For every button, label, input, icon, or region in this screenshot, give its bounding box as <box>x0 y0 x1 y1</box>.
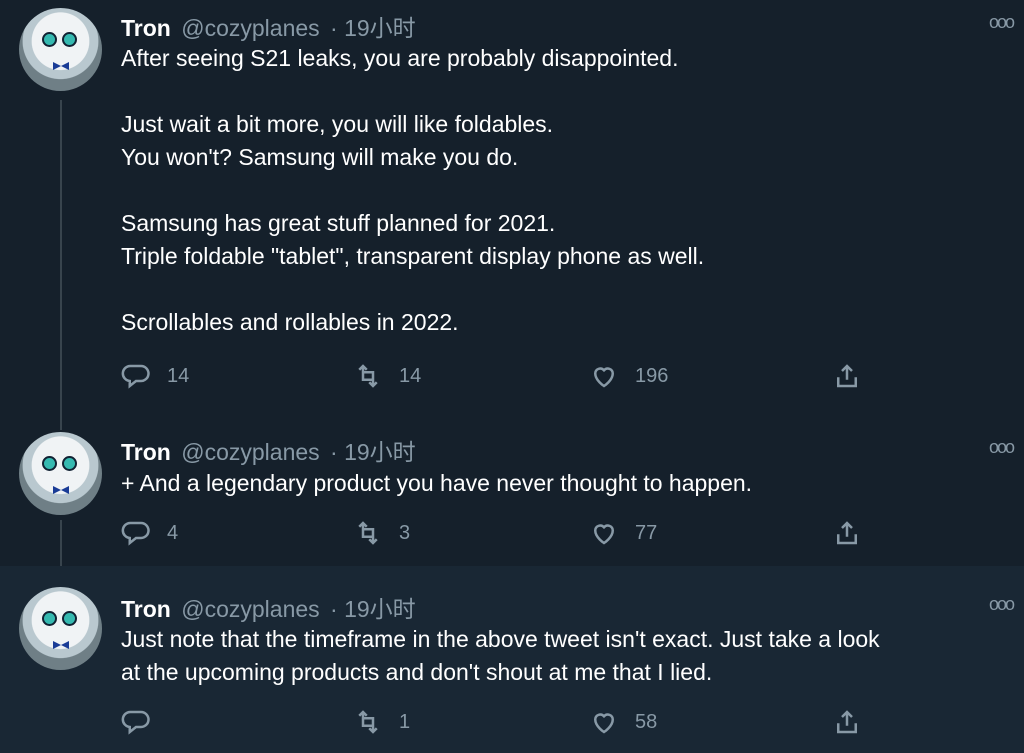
reply-count: 14 <box>167 364 190 387</box>
avatar[interactable] <box>19 8 102 91</box>
more-icon[interactable]: ooo <box>989 12 1015 33</box>
tweet-line: Scrollables and rollables in 2022. <box>121 309 459 335</box>
reply-count: 4 <box>167 521 179 544</box>
tweet-line: After seeing S21 leaks, you are probably… <box>121 45 679 71</box>
tweet-3[interactable]: Tron @cozyplanes · 19小时 ooo Just note th… <box>0 566 1024 753</box>
tweet-header: Tron @cozyplanes · 19小时 <box>121 590 416 624</box>
retweet-count: 1 <box>399 710 411 733</box>
like-button[interactable]: 77 <box>589 518 657 548</box>
tweet-line: + And a legendary product you have never… <box>121 470 753 496</box>
share-icon <box>837 710 857 734</box>
reply-button[interactable] <box>121 707 167 737</box>
author-handle[interactable]: @cozyplanes <box>181 15 319 41</box>
tweet-line: Just note that the timeframe in the abov… <box>121 626 880 652</box>
heart-icon <box>593 524 615 545</box>
retweet-button[interactable]: 3 <box>353 518 410 548</box>
like-button[interactable]: 196 <box>589 361 668 391</box>
tweet-time[interactable]: · 19小时 <box>330 439 416 465</box>
tweet-line: Triple foldable "tablet", transparent di… <box>121 243 705 269</box>
thread-line <box>60 100 62 422</box>
tweet-line: at the upcoming products and don't shout… <box>121 659 713 685</box>
tweet-text: + And a legendary product you have never… <box>121 467 1004 500</box>
retweet-icon <box>358 521 378 545</box>
author-name[interactable]: Tron <box>121 15 171 41</box>
share-button[interactable] <box>832 361 862 391</box>
more-icon[interactable]: ooo <box>989 594 1015 615</box>
author-name[interactable]: Tron <box>121 439 171 465</box>
author-handle[interactable]: @cozyplanes <box>181 596 319 622</box>
heart-icon <box>593 713 615 734</box>
tweet-actions: 14 14 196 <box>121 361 861 395</box>
tweet-time[interactable]: · 19小时 <box>330 15 416 41</box>
reply-button[interactable]: 14 <box>121 361 189 391</box>
reply-icon <box>121 521 150 546</box>
share-button[interactable] <box>832 707 862 737</box>
tweet-actions: 4 3 77 <box>121 518 861 552</box>
share-icon <box>837 521 857 545</box>
avatar[interactable] <box>19 432 102 515</box>
like-count: 77 <box>635 521 658 544</box>
like-count: 58 <box>635 710 658 733</box>
author-name[interactable]: Tron <box>121 596 171 622</box>
retweet-button[interactable]: 14 <box>353 361 421 391</box>
retweet-button[interactable]: 1 <box>353 707 410 737</box>
reply-icon <box>121 364 150 389</box>
tweet-line: Samsung has great stuff planned for 2021… <box>121 210 556 236</box>
like-count: 196 <box>635 364 669 387</box>
tweet-time[interactable]: · 19小时 <box>330 596 416 622</box>
tweet-text: After seeing S21 leaks, you are probably… <box>121 42 1004 339</box>
like-button[interactable]: 58 <box>589 707 657 737</box>
tweet-line: You won't? Samsung will make you do. <box>121 144 519 170</box>
author-handle[interactable]: @cozyplanes <box>181 439 319 465</box>
heart-icon <box>593 367 615 388</box>
tweet-2[interactable]: Tron @cozyplanes · 19小时 ooo + And a lege… <box>0 422 1024 566</box>
tweet-1[interactable]: Tron @cozyplanes · 19小时 ooo After seeing… <box>0 0 1024 422</box>
retweet-icon <box>358 710 378 734</box>
avatar[interactable] <box>19 587 102 670</box>
tweet-header: Tron @cozyplanes · 19小时 <box>121 9 416 43</box>
thread-line <box>60 422 62 430</box>
reply-button[interactable]: 4 <box>121 518 178 548</box>
tweet-header: Tron @cozyplanes · 19小时 <box>121 433 416 467</box>
tweet-line: Just wait a bit more, you will like fold… <box>121 111 554 137</box>
share-icon <box>837 364 857 388</box>
tweet-text: Just note that the timeframe in the abov… <box>121 623 1004 689</box>
thread-line <box>60 520 62 566</box>
share-button[interactable] <box>832 518 862 548</box>
retweet-count: 3 <box>399 521 411 544</box>
more-icon[interactable]: ooo <box>989 437 1015 458</box>
reply-icon <box>121 710 150 735</box>
tweet-actions: 1 58 <box>121 707 861 741</box>
retweet-count: 14 <box>399 364 422 387</box>
retweet-icon <box>358 364 378 388</box>
